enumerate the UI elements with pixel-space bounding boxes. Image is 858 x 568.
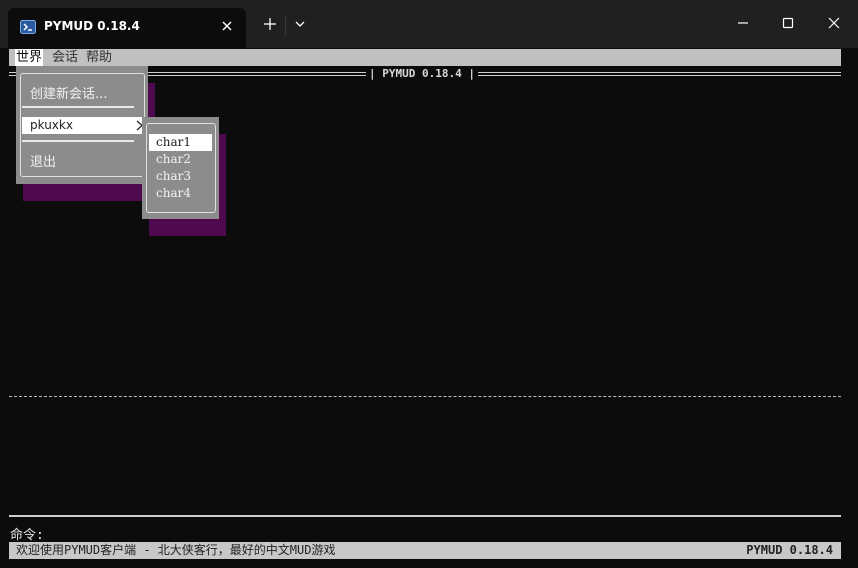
menu-item-pkuxkx-label: pkuxkx bbox=[30, 118, 73, 132]
menu-item-exit[interactable]: 退出 bbox=[30, 151, 56, 170]
menu-world[interactable]: 世界 bbox=[15, 49, 44, 66]
command-prompt[interactable]: 命令: bbox=[10, 524, 44, 543]
frame-title: | PYMUD 0.18.4 | bbox=[369, 67, 475, 80]
minimize-icon[interactable] bbox=[732, 12, 754, 34]
frame-border-right-inner bbox=[478, 75, 841, 76]
chevron-down-icon[interactable] bbox=[292, 16, 308, 32]
status-bar: 欢迎使用PYMUD客户端 - 北大侠客行，最好的中文MUD游戏 PYMUD 0.… bbox=[9, 542, 841, 559]
menu-item-char1[interactable]: char1 bbox=[149, 134, 212, 151]
menu-separator bbox=[22, 140, 134, 142]
tab-title: PYMUD 0.18.4 bbox=[44, 19, 140, 33]
terminal-tab[interactable]: PYMUD 0.18.4 bbox=[8, 8, 246, 48]
menu-item-char2[interactable]: char2 bbox=[149, 151, 212, 168]
new-tab-icon[interactable] bbox=[261, 15, 279, 33]
command-separator bbox=[9, 515, 841, 517]
menu-session[interactable]: 会话 bbox=[52, 49, 78, 66]
menu-help[interactable]: 帮助 bbox=[86, 49, 112, 66]
menu-item-new-session[interactable]: 创建新会话... bbox=[30, 83, 107, 102]
status-version: PYMUD 0.18.4 bbox=[746, 543, 833, 557]
maximize-icon[interactable] bbox=[777, 12, 799, 34]
menu-item-pkuxkx[interactable]: pkuxkx bbox=[22, 117, 148, 134]
menu-item-char4[interactable]: char4 bbox=[149, 185, 212, 202]
char-submenu: char1 char2 char3 char4 bbox=[142, 117, 219, 219]
menu-item-char3[interactable]: char3 bbox=[149, 168, 212, 185]
close-tab-icon[interactable] bbox=[219, 18, 235, 34]
close-window-icon[interactable] bbox=[823, 12, 845, 34]
world-menu: 创建新会话... pkuxkx 退出 bbox=[16, 66, 148, 184]
menu-separator bbox=[22, 106, 134, 108]
status-message: 欢迎使用PYMUD客户端 - 北大侠客行，最好的中文MUD游戏 bbox=[16, 543, 336, 557]
frame-border-right bbox=[478, 72, 841, 73]
tab-divider bbox=[285, 15, 286, 35]
app-menubar: 世界 会话 帮助 bbox=[9, 49, 841, 66]
split-divider[interactable] bbox=[9, 396, 841, 397]
powershell-icon bbox=[20, 20, 36, 34]
window-titlebar: PYMUD 0.18.4 bbox=[0, 0, 858, 48]
